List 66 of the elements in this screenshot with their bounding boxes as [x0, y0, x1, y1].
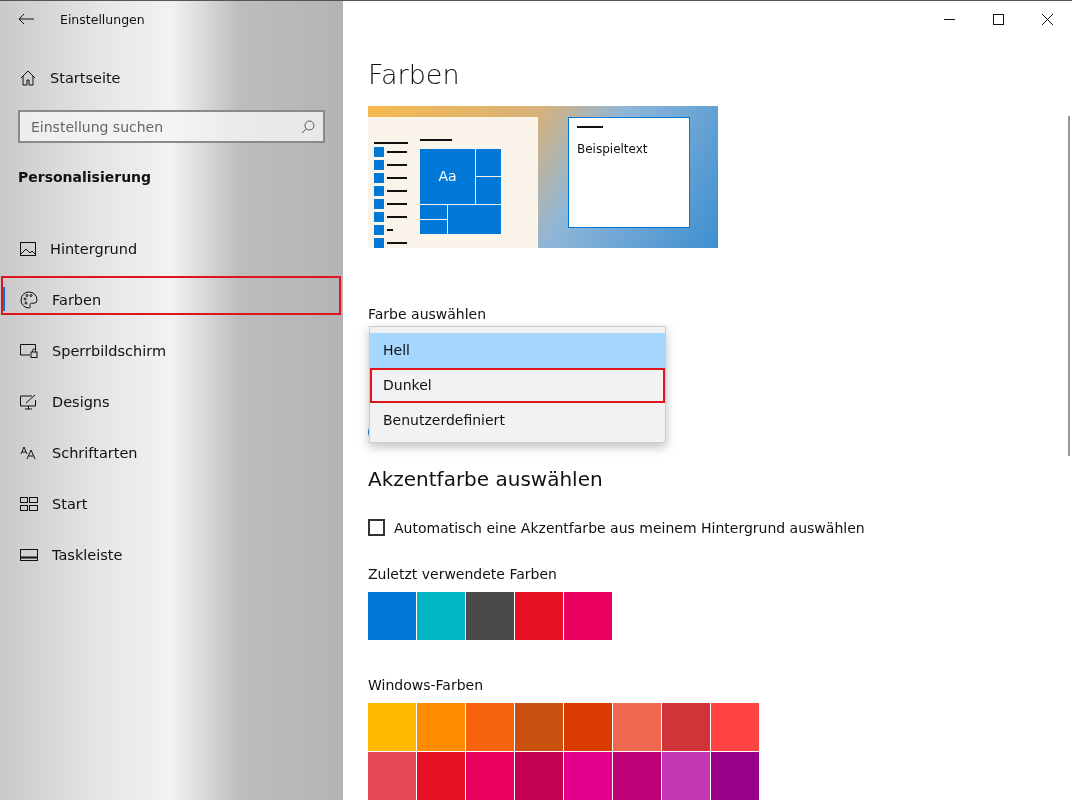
sidebar-item-label: Farben: [52, 291, 102, 308]
color-swatch[interactable]: [613, 752, 661, 800]
maximize-icon: [993, 13, 1004, 25]
checkbox[interactable]: [368, 519, 385, 536]
sidebar-item-label: Sperrbildschirm: [52, 342, 167, 359]
window-title: Einstellungen: [60, 11, 145, 27]
color-swatch[interactable]: [662, 752, 710, 800]
sidebar-item[interactable]: Hintergrund: [0, 223, 343, 274]
color-swatch[interactable]: [368, 703, 416, 751]
color-swatch[interactable]: [564, 592, 612, 640]
page-title: Farben: [368, 59, 461, 92]
recent-colors-label: Zuletzt verwendete Farben: [368, 566, 558, 582]
sidebar-item[interactable]: Sperrbildschirm: [0, 325, 343, 376]
sidebar-item[interactable]: Farben: [0, 274, 343, 325]
sidebar-item-label: Start: [52, 495, 88, 512]
search-icon: [301, 120, 315, 134]
palette-icon: [20, 290, 38, 309]
sidebar-item[interactable]: Taskleiste: [0, 529, 343, 580]
sidebar-item-label: Hintergrund: [50, 240, 138, 257]
color-swatch[interactable]: [662, 703, 710, 751]
color-swatch[interactable]: [417, 752, 465, 800]
dropdown-option[interactable]: Benutzerdefiniert: [370, 402, 665, 438]
color-swatch[interactable]: [417, 703, 465, 751]
home-label: Startseite: [50, 70, 121, 86]
sidebar-item[interactable]: Start: [0, 478, 343, 529]
sidebar-item[interactable]: Designs: [0, 376, 343, 427]
color-swatch[interactable]: [368, 592, 416, 640]
color-swatch[interactable]: [711, 703, 759, 751]
lock-screen-icon: [20, 343, 38, 358]
sidebar-item-label: Taskleiste: [52, 546, 123, 563]
color-swatch[interactable]: [515, 703, 563, 751]
close-icon: [1042, 13, 1053, 25]
color-swatch[interactable]: [515, 592, 563, 640]
color-swatch[interactable]: [466, 592, 514, 640]
color-swatch[interactable]: [613, 703, 661, 751]
section-heading: Personalisierung: [17, 168, 153, 187]
search-field[interactable]: Einstellung suchen: [18, 110, 325, 143]
sidebar-item[interactable]: Schriftarten: [0, 427, 343, 478]
back-arrow-icon[interactable]: [18, 13, 34, 25]
color-swatch[interactable]: [466, 703, 514, 751]
color-swatch[interactable]: [564, 703, 612, 751]
color-swatch[interactable]: [515, 752, 563, 800]
color-swatch[interactable]: [466, 752, 514, 800]
color-mode-label: Farbe auswählen: [368, 305, 488, 322]
home-link[interactable]: Startseite: [0, 37, 343, 96]
monitor-brush-icon: [20, 393, 38, 410]
color-swatch[interactable]: [564, 752, 612, 800]
tiles-drawing: Aa: [420, 138, 501, 248]
sidebar-item-label: Designs: [52, 393, 110, 410]
minimize-icon: [944, 18, 955, 20]
color-swatch[interactable]: [368, 752, 416, 800]
title-line: [577, 125, 603, 128]
section-heading: Akzentfarbe auswählen: [368, 467, 604, 491]
taskbar-icon: [20, 548, 38, 561]
windows-colors-label: Windows-Farben: [368, 677, 485, 693]
checkbox-label: Automatisch eine Akzentfarbe aus meinem Hintergrund auswählen: [394, 519, 865, 536]
fonts-icon: [20, 445, 38, 460]
image-icon: [20, 241, 36, 256]
home-icon: [20, 70, 36, 86]
sample-text: Beispieltext: [577, 141, 649, 156]
sidebar-item-label: Schriftarten: [52, 444, 138, 461]
start-tiles-icon: [20, 496, 38, 511]
color-swatch[interactable]: [417, 592, 465, 640]
color-swatch[interactable]: [711, 752, 759, 800]
dropdown-option[interactable]: Hell: [370, 332, 665, 368]
dropdown-option[interactable]: Dunkel: [370, 367, 665, 403]
